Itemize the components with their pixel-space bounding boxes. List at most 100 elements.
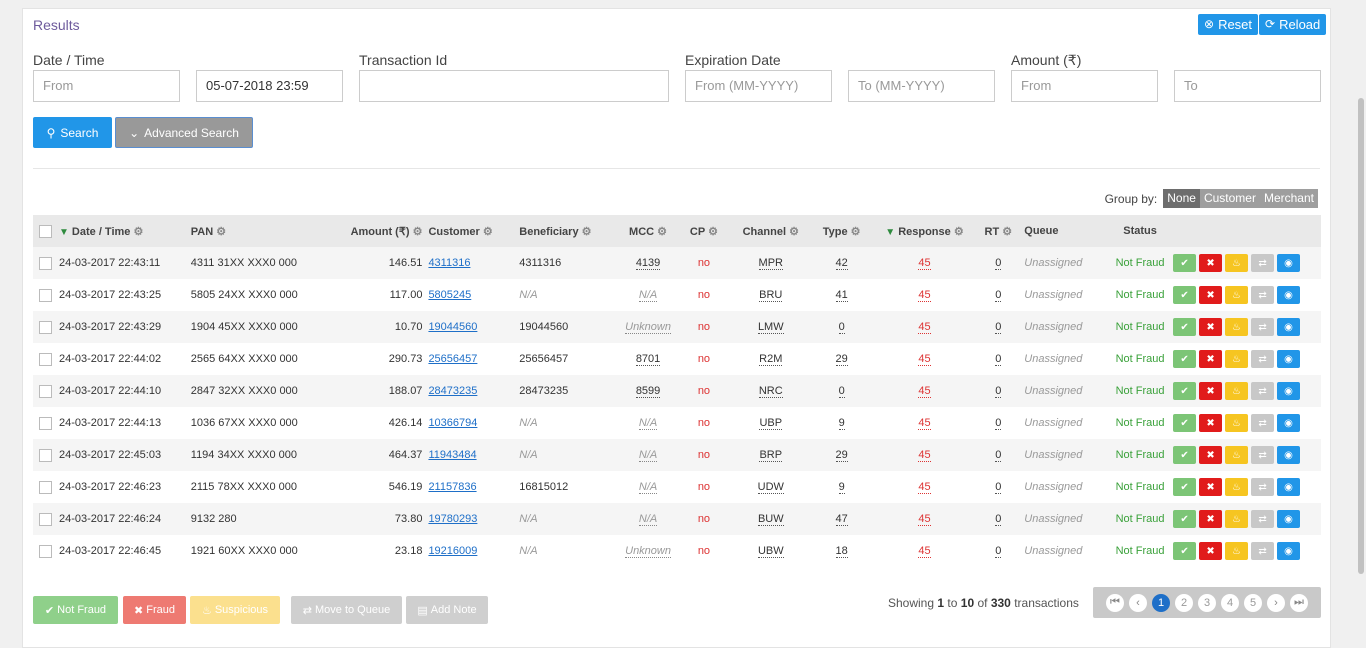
- col-beneficiary[interactable]: Beneficiary ⚙: [519, 215, 619, 247]
- move-to-queue-button[interactable]: ⇄: [1251, 318, 1275, 336]
- mark-suspicious-button[interactable]: ♨: [1225, 414, 1249, 432]
- page-1-button[interactable]: 1: [1152, 593, 1170, 612]
- page-5-button[interactable]: 5: [1244, 593, 1262, 612]
- mcc-value[interactable]: N/A: [638, 449, 658, 462]
- mark-fraud-button[interactable]: ✖: [1199, 446, 1223, 464]
- bulk-not-fraud-button[interactable]: ✔ Not Fraud: [33, 596, 118, 624]
- row-checkbox[interactable]: [39, 448, 52, 462]
- mark-not-fraud-button[interactable]: ✔: [1173, 446, 1197, 464]
- table-row[interactable]: 24-03-2017 22:44:02 2565 64XX XXX0 000 290…: [33, 343, 1321, 375]
- customer-link[interactable]: 5805245: [428, 289, 471, 301]
- view-details-button[interactable]: ◉: [1277, 510, 1301, 528]
- group-by-none[interactable]: None: [1163, 189, 1200, 208]
- mcc-value[interactable]: 4139: [635, 257, 661, 270]
- mark-fraud-button[interactable]: ✖: [1199, 510, 1223, 528]
- type-value[interactable]: 9: [838, 481, 845, 494]
- select-all-checkbox-cell[interactable]: [33, 215, 59, 247]
- table-row[interactable]: 24-03-2017 22:43:11 4311 31XX XXX0 000 146…: [33, 247, 1321, 279]
- mark-not-fraud-button[interactable]: ✔: [1173, 318, 1197, 336]
- table-row[interactable]: 24-03-2017 22:43:29 1904 45XX XXX0 000 10.…: [33, 311, 1321, 343]
- view-details-button[interactable]: ◉: [1277, 350, 1301, 368]
- response-value[interactable]: 45: [918, 417, 931, 430]
- customer-link[interactable]: 19216009: [428, 545, 477, 557]
- type-value[interactable]: 29: [835, 353, 848, 366]
- table-row[interactable]: 24-03-2017 22:44:10 2847 32XX XXX0 000 188…: [33, 375, 1321, 407]
- first-page-icon[interactable]: ⏮: [1106, 593, 1124, 612]
- view-details-button[interactable]: ◉: [1277, 478, 1301, 496]
- col-rt[interactable]: RT ⚙: [976, 215, 1020, 247]
- page-2-button[interactable]: 2: [1175, 593, 1193, 612]
- response-value[interactable]: 45: [918, 257, 931, 270]
- col-response[interactable]: ▼ Response ⚙: [873, 215, 977, 247]
- col-customer[interactable]: Customer ⚙: [428, 215, 519, 247]
- gear-icon[interactable]: ⚙: [133, 226, 143, 238]
- view-details-button[interactable]: ◉: [1277, 318, 1301, 336]
- move-to-queue-button[interactable]: ⇄: [1251, 350, 1275, 368]
- mcc-value[interactable]: 8599: [635, 385, 661, 398]
- date-from-input[interactable]: From: [33, 70, 180, 102]
- row-checkbox-cell[interactable]: [33, 535, 59, 567]
- row-checkbox-cell[interactable]: [33, 407, 59, 439]
- row-checkbox[interactable]: [39, 352, 52, 366]
- amount-to-input[interactable]: To: [1174, 70, 1321, 102]
- mark-not-fraud-button[interactable]: ✔: [1173, 286, 1197, 304]
- gear-icon[interactable]: ⚙: [657, 226, 667, 238]
- col-mcc[interactable]: MCC ⚙: [619, 215, 677, 247]
- mcc-value[interactable]: N/A: [638, 289, 658, 302]
- customer-link[interactable]: 19044560: [428, 321, 477, 333]
- customer-link[interactable]: 10366794: [428, 417, 477, 429]
- mark-fraud-button[interactable]: ✖: [1199, 382, 1223, 400]
- type-value[interactable]: 0: [838, 385, 845, 398]
- gear-icon[interactable]: ⚙: [1002, 226, 1012, 238]
- mark-fraud-button[interactable]: ✖: [1199, 542, 1223, 560]
- view-details-button[interactable]: ◉: [1277, 254, 1301, 272]
- table-row[interactable]: 24-03-2017 22:46:45 1921 60XX XXX0 000 23.…: [33, 535, 1321, 567]
- rt-value[interactable]: 0: [995, 385, 1002, 398]
- type-value[interactable]: 41: [835, 289, 848, 302]
- table-row[interactable]: 24-03-2017 22:46:23 2115 78XX XXX0 000 546…: [33, 471, 1321, 503]
- response-value[interactable]: 45: [918, 385, 931, 398]
- move-to-queue-button[interactable]: ⇄: [1251, 382, 1275, 400]
- page-4-button[interactable]: 4: [1221, 593, 1239, 612]
- col-pan[interactable]: PAN ⚙: [191, 215, 311, 247]
- view-details-button[interactable]: ◉: [1277, 286, 1301, 304]
- prev-page-icon[interactable]: ‹: [1129, 593, 1147, 612]
- reset-button[interactable]: ⊗ Reset: [1198, 14, 1259, 35]
- table-row[interactable]: 24-03-2017 22:46:24 9132 280 73.80 19780293…: [33, 503, 1321, 535]
- customer-link[interactable]: 25656457: [428, 353, 477, 365]
- move-to-queue-button[interactable]: ⇄: [1251, 478, 1275, 496]
- scrollbar[interactable]: [1356, 0, 1366, 618]
- mark-not-fraud-button[interactable]: ✔: [1173, 510, 1197, 528]
- advanced-search-button[interactable]: ⌄ Advanced Search: [115, 117, 253, 148]
- mark-fraud-button[interactable]: ✖: [1199, 478, 1223, 496]
- move-to-queue-button[interactable]: ⇄: [1251, 446, 1275, 464]
- scrollbar-thumb[interactable]: [1358, 98, 1364, 574]
- rt-value[interactable]: 0: [995, 321, 1002, 334]
- customer-link[interactable]: 11943484: [428, 449, 476, 461]
- col-cp[interactable]: CP ⚙: [677, 215, 731, 247]
- channel-value[interactable]: BUW: [757, 513, 784, 526]
- move-to-queue-button[interactable]: ⇄: [1251, 542, 1275, 560]
- col-channel[interactable]: Channel ⚙: [731, 215, 811, 247]
- response-value[interactable]: 45: [918, 449, 931, 462]
- row-checkbox-cell[interactable]: [33, 311, 59, 343]
- type-value[interactable]: 18: [835, 545, 848, 558]
- mark-suspicious-button[interactable]: ♨: [1225, 382, 1249, 400]
- col-type[interactable]: Type ⚙: [811, 215, 873, 247]
- mark-suspicious-button[interactable]: ♨: [1225, 446, 1249, 464]
- row-checkbox-cell[interactable]: [33, 343, 59, 375]
- move-to-queue-button[interactable]: ⇄: [1251, 414, 1275, 432]
- group-by-merchant[interactable]: Merchant: [1259, 189, 1318, 208]
- row-checkbox[interactable]: [39, 256, 52, 270]
- search-button[interactable]: ⚲ Search: [33, 117, 112, 148]
- type-value[interactable]: 9: [838, 417, 845, 430]
- type-value[interactable]: 29: [835, 449, 848, 462]
- mcc-value[interactable]: N/A: [638, 481, 658, 494]
- mcc-value[interactable]: N/A: [638, 513, 658, 526]
- mark-suspicious-button[interactable]: ♨: [1225, 350, 1249, 368]
- expiration-from-input[interactable]: From (MM-YYYY): [685, 70, 832, 102]
- mark-not-fraud-button[interactable]: ✔: [1173, 254, 1197, 272]
- bulk-move-to-queue-button[interactable]: ⇄ Move to Queue: [291, 596, 402, 624]
- mark-not-fraud-button[interactable]: ✔: [1173, 478, 1197, 496]
- customer-link[interactable]: 19780293: [428, 513, 477, 525]
